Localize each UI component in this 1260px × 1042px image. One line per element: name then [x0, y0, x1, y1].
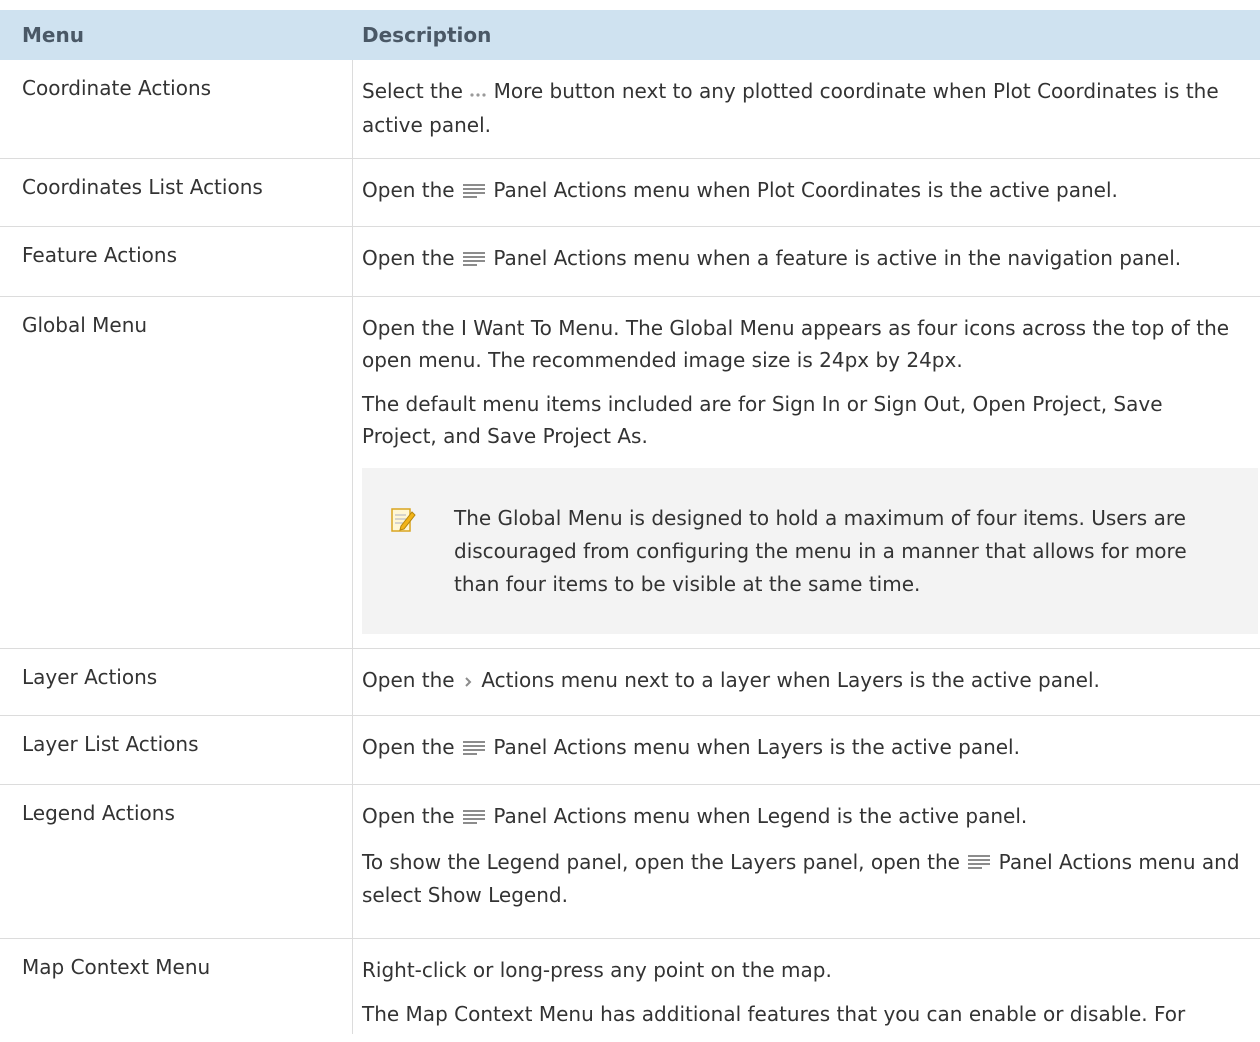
menu-cell: Layer Actions: [22, 665, 158, 689]
description-text: Panel Actions menu when Layers is the ac…: [493, 735, 1020, 759]
description-text: Panel Actions menu when Legend is the ac…: [493, 804, 1028, 828]
description-text: The Map Context Menu has additional feat…: [362, 1002, 1186, 1026]
hamburger-menu-icon: [461, 733, 487, 765]
column-divider: [352, 649, 353, 715]
column-divider: [352, 785, 353, 938]
menu-cell: Map Context Menu: [22, 955, 211, 979]
description-text: Open the: [362, 246, 455, 270]
description-text: Open the: [362, 804, 455, 828]
column-divider: [352, 159, 353, 226]
description-cell: Open the Panel Actions menu when Layers …: [362, 731, 1242, 777]
menu-cell: Global Menu: [22, 313, 148, 337]
description-text: Open the: [362, 668, 455, 692]
column-divider: [352, 297, 353, 648]
table-row: Legend Actions Open the Panel Actions me…: [0, 785, 1260, 939]
table-row: Coordinate Actions Select the More butto…: [0, 60, 1260, 159]
column-header-description: Description: [362, 23, 492, 47]
hamburger-menu-icon: [461, 802, 487, 834]
column-divider: [352, 227, 353, 296]
column-divider: [352, 939, 353, 1034]
description-cell: Open the Panel Actions menu when a featu…: [362, 242, 1242, 288]
description-text: More button next to any plotted coordina…: [362, 79, 1219, 137]
more-dots-icon: [469, 77, 487, 109]
description-cell: Open the Panel Actions menu when Legend …: [362, 800, 1242, 923]
description-cell: Select the More button next to any plott…: [362, 75, 1242, 153]
table-row: Map Context Menu Right-click or long-pre…: [0, 939, 1260, 1034]
menu-cell: Legend Actions: [22, 801, 175, 825]
menu-cell: Coordinates List Actions: [22, 175, 263, 199]
note-pencil-icon: [390, 506, 416, 539]
table-row: Global Menu Open the I Want To Menu. The…: [0, 297, 1260, 649]
column-header-menu: Menu: [22, 23, 84, 47]
description-text: Open the I Want To Menu. The Global Menu…: [362, 316, 1230, 372]
menu-cell: Layer List Actions: [22, 732, 199, 756]
description-cell: Right-click or long-press any point on t…: [362, 954, 1242, 1042]
description-text: Open the: [362, 735, 455, 759]
description-text: The default menu items included are for …: [362, 392, 1163, 448]
column-divider: [352, 60, 353, 158]
table-row: Coordinates List Actions Open the Panel …: [0, 159, 1260, 227]
description-text: Right-click or long-press any point on t…: [362, 958, 832, 982]
description-text: Open the: [362, 178, 455, 202]
table-header: Menu Description: [0, 10, 1260, 60]
menu-cell: Coordinate Actions: [22, 76, 212, 100]
menu-cell: Feature Actions: [22, 243, 177, 267]
table-row: Feature Actions Open the Panel Actions m…: [0, 227, 1260, 297]
note-box: The Global Menu is designed to hold a ma…: [362, 468, 1258, 634]
hamburger-menu-icon: [461, 244, 487, 276]
hamburger-menu-icon: [966, 847, 992, 879]
chevron-right-icon: [461, 666, 475, 698]
table-row: Layer Actions Open the Actions menu next…: [0, 649, 1260, 716]
hamburger-menu-icon: [461, 176, 487, 208]
description-text: Actions menu next to a layer when Layers…: [481, 668, 1100, 692]
description-text: Select the: [362, 79, 463, 103]
description-text: Panel Actions menu when Plot Coordinates…: [493, 178, 1118, 202]
note-text: The Global Menu is designed to hold a ma…: [454, 506, 1187, 596]
description-text: Panel Actions menu when a feature is act…: [493, 246, 1182, 270]
description-text: To show the Legend panel, open the Layer…: [362, 849, 960, 874]
description-cell: Open the I Want To Menu. The Global Menu…: [362, 312, 1258, 634]
table-row: Layer List Actions Open the Panel Action…: [0, 716, 1260, 785]
description-cell: Open the Actions menu next to a layer wh…: [362, 664, 1242, 710]
column-divider: [352, 716, 353, 784]
description-cell: Open the Panel Actions menu when Plot Co…: [362, 174, 1242, 220]
